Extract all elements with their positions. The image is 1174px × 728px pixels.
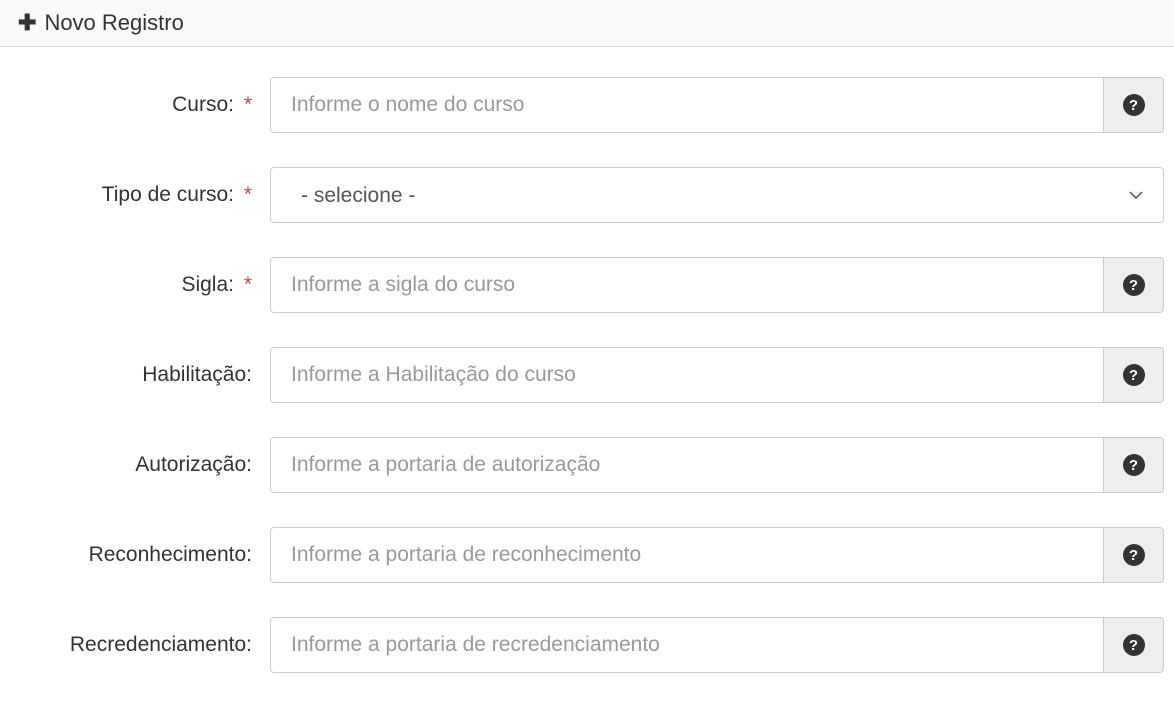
help-icon: ? <box>1123 544 1145 566</box>
field-row-reconhecimento: Reconhecimento: ? <box>10 527 1164 583</box>
field-row-sigla: Sigla: * ? <box>10 257 1164 313</box>
label-autorizacao-text: Autorização: <box>135 453 252 476</box>
help-button-habilitacao[interactable]: ? <box>1104 347 1164 403</box>
input-wrap-curso: ? <box>270 77 1164 133</box>
input-wrap-sigla: ? <box>270 257 1164 313</box>
help-button-recredenciamento[interactable]: ? <box>1104 617 1164 673</box>
label-curso-text: Curso: <box>172 93 234 116</box>
label-tipo-curso-text: Tipo de curso: <box>102 183 234 206</box>
help-icon: ? <box>1123 364 1145 386</box>
input-wrap-autorizacao: ? <box>270 437 1164 493</box>
help-icon: ? <box>1123 274 1145 296</box>
required-mark: * <box>244 93 252 116</box>
help-icon: ? <box>1123 634 1145 656</box>
reconhecimento-input[interactable] <box>270 527 1104 583</box>
label-autorizacao: Autorização: <box>10 453 270 477</box>
label-reconhecimento-text: Reconhecimento: <box>89 543 252 566</box>
label-tipo-curso: Tipo de curso: * <box>10 183 270 207</box>
sigla-input[interactable] <box>270 257 1104 313</box>
label-curso: Curso: * <box>10 93 270 117</box>
recredenciamento-input[interactable] <box>270 617 1104 673</box>
form-body: Curso: * ? Tipo de curso: * - selecione … <box>0 47 1174 717</box>
field-row-autorizacao: Autorização: ? <box>10 437 1164 493</box>
label-reconhecimento: Reconhecimento: <box>10 543 270 567</box>
input-wrap-reconhecimento: ? <box>270 527 1164 583</box>
field-row-tipo-curso: Tipo de curso: * - selecione - <box>10 167 1164 223</box>
help-icon: ? <box>1123 454 1145 476</box>
label-recredenciamento: Recredenciamento: <box>10 633 270 657</box>
tipo-curso-select[interactable]: - selecione - <box>270 167 1164 223</box>
label-habilitacao-text: Habilitação: <box>142 363 252 386</box>
label-sigla-text: Sigla: <box>181 273 234 296</box>
panel-title: Novo Registro <box>44 10 183 36</box>
field-row-recredenciamento: Recredenciamento: ? <box>10 617 1164 673</box>
input-wrap-tipo-curso: - selecione - <box>270 167 1164 223</box>
curso-input[interactable] <box>270 77 1104 133</box>
label-recredenciamento-text: Recredenciamento: <box>70 633 252 656</box>
help-button-sigla[interactable]: ? <box>1104 257 1164 313</box>
field-row-curso: Curso: * ? <box>10 77 1164 133</box>
field-row-habilitacao: Habilitação: ? <box>10 347 1164 403</box>
required-mark: * <box>244 183 252 206</box>
input-wrap-habilitacao: ? <box>270 347 1164 403</box>
help-button-reconhecimento[interactable]: ? <box>1104 527 1164 583</box>
help-button-autorizacao[interactable]: ? <box>1104 437 1164 493</box>
panel-header: ✚ Novo Registro <box>0 0 1174 47</box>
habilitacao-input[interactable] <box>270 347 1104 403</box>
label-sigla: Sigla: * <box>10 273 270 297</box>
required-mark: * <box>244 273 252 296</box>
plus-icon: ✚ <box>18 10 36 36</box>
input-wrap-recredenciamento: ? <box>270 617 1164 673</box>
autorizacao-input[interactable] <box>270 437 1104 493</box>
help-icon: ? <box>1123 94 1145 116</box>
label-habilitacao: Habilitação: <box>10 363 270 387</box>
help-button-curso[interactable]: ? <box>1104 77 1164 133</box>
